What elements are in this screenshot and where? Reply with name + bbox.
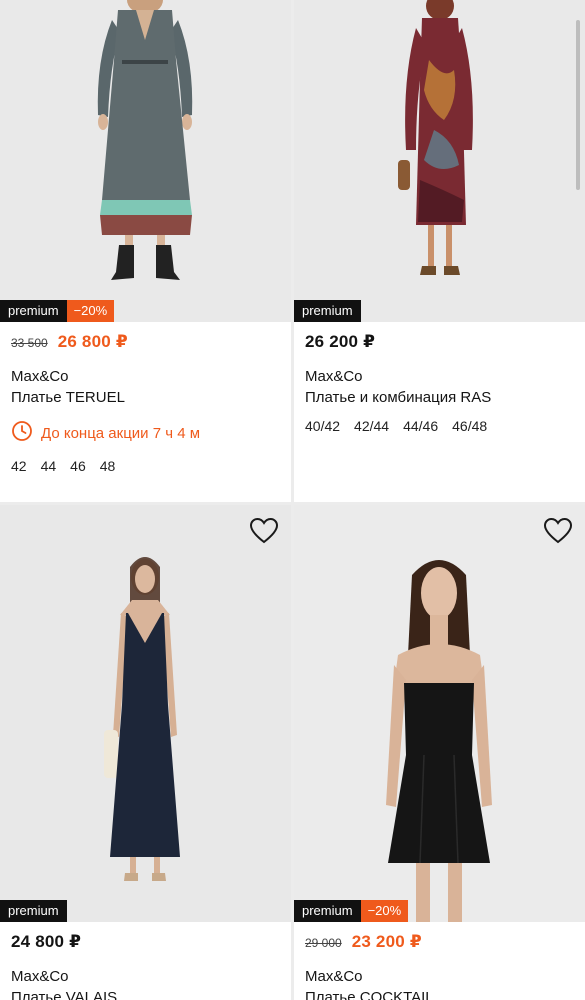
promo-timer-text: До конца акции 7 ч 4 м [41, 424, 201, 442]
discount-badge: −20% [66, 300, 115, 322]
product-card[interactable]: premium 26 200 ₽ Max&Co Платье и комбина… [294, 0, 585, 502]
premium-badge: premium [0, 300, 67, 322]
product-card[interactable]: premium −20% 33 500 26 800 ₽ Max&Co Плат… [0, 0, 291, 502]
price: 26 200 ₽ [305, 332, 376, 351]
heart-icon[interactable] [249, 517, 279, 545]
size-list: 42 44 46 48 [11, 458, 283, 474]
product-name[interactable]: Платье TERUEL [11, 387, 283, 408]
product-image[interactable] [0, 0, 291, 322]
size-item[interactable]: 46/48 [452, 418, 487, 434]
product-name[interactable]: Платье VALAIS [11, 987, 283, 1000]
premium-badge: premium [294, 900, 361, 922]
size-item[interactable]: 40/42 [305, 418, 340, 434]
product-name[interactable]: Платье и комбинация RAS [305, 387, 577, 408]
size-item[interactable]: 44 [41, 458, 57, 474]
premium-badge: premium [294, 300, 361, 322]
size-item[interactable]: 48 [100, 458, 116, 474]
price: 24 800 ₽ [11, 932, 82, 951]
product-name[interactable]: Платье COCKTAIL [305, 987, 577, 1000]
price-row: 29 000 23 200 ₽ [305, 932, 577, 956]
price-row: 26 200 ₽ [305, 332, 577, 356]
product-card[interactable]: premium 24 800 ₽ Max&Co Платье VALAIS [0, 505, 291, 1000]
size-list: 40/42 42/44 44/46 46/48 [305, 418, 577, 434]
brand-name: Max&Co [305, 368, 363, 385]
product-image[interactable] [0, 505, 291, 922]
size-item[interactable]: 44/46 [403, 418, 438, 434]
heart-icon[interactable] [543, 517, 573, 545]
premium-badge: premium [0, 900, 67, 922]
price-row: 24 800 ₽ [11, 932, 283, 956]
old-price: 29 000 [305, 936, 342, 950]
price-row: 33 500 26 800 ₽ [11, 332, 283, 356]
brand-name: Max&Co [11, 968, 69, 985]
size-item[interactable]: 42/44 [354, 418, 389, 434]
sale-price: 23 200 ₽ [351, 932, 422, 951]
size-item[interactable]: 42 [11, 458, 27, 474]
product-card[interactable]: premium −20% 29 000 23 200 ₽ Max&Co Плат… [294, 505, 585, 1000]
brand-name: Max&Co [11, 368, 69, 385]
product-image[interactable] [294, 505, 585, 922]
promo-timer: До конца акции 7 ч 4 м [11, 420, 283, 446]
product-image[interactable] [294, 0, 585, 322]
discount-badge: −20% [360, 900, 409, 922]
size-item[interactable]: 46 [70, 458, 86, 474]
sale-price: 26 800 ₽ [57, 332, 128, 351]
old-price: 33 500 [11, 336, 48, 350]
brand-name: Max&Co [305, 968, 363, 985]
clock-icon [11, 420, 33, 446]
